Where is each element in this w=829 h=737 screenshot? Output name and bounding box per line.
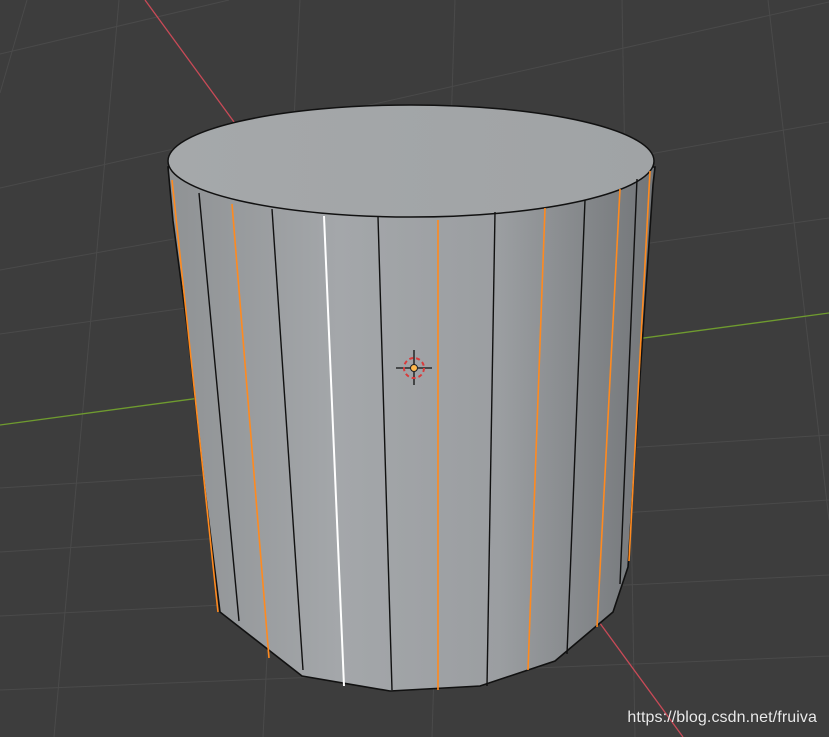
watermark-text: https://blog.csdn.net/fruiva xyxy=(627,709,817,726)
cylinder-object[interactable] xyxy=(167,104,656,692)
cylinder-top-face xyxy=(167,104,655,218)
3d-viewport[interactable] xyxy=(0,0,829,737)
cylinder-body xyxy=(167,166,656,692)
